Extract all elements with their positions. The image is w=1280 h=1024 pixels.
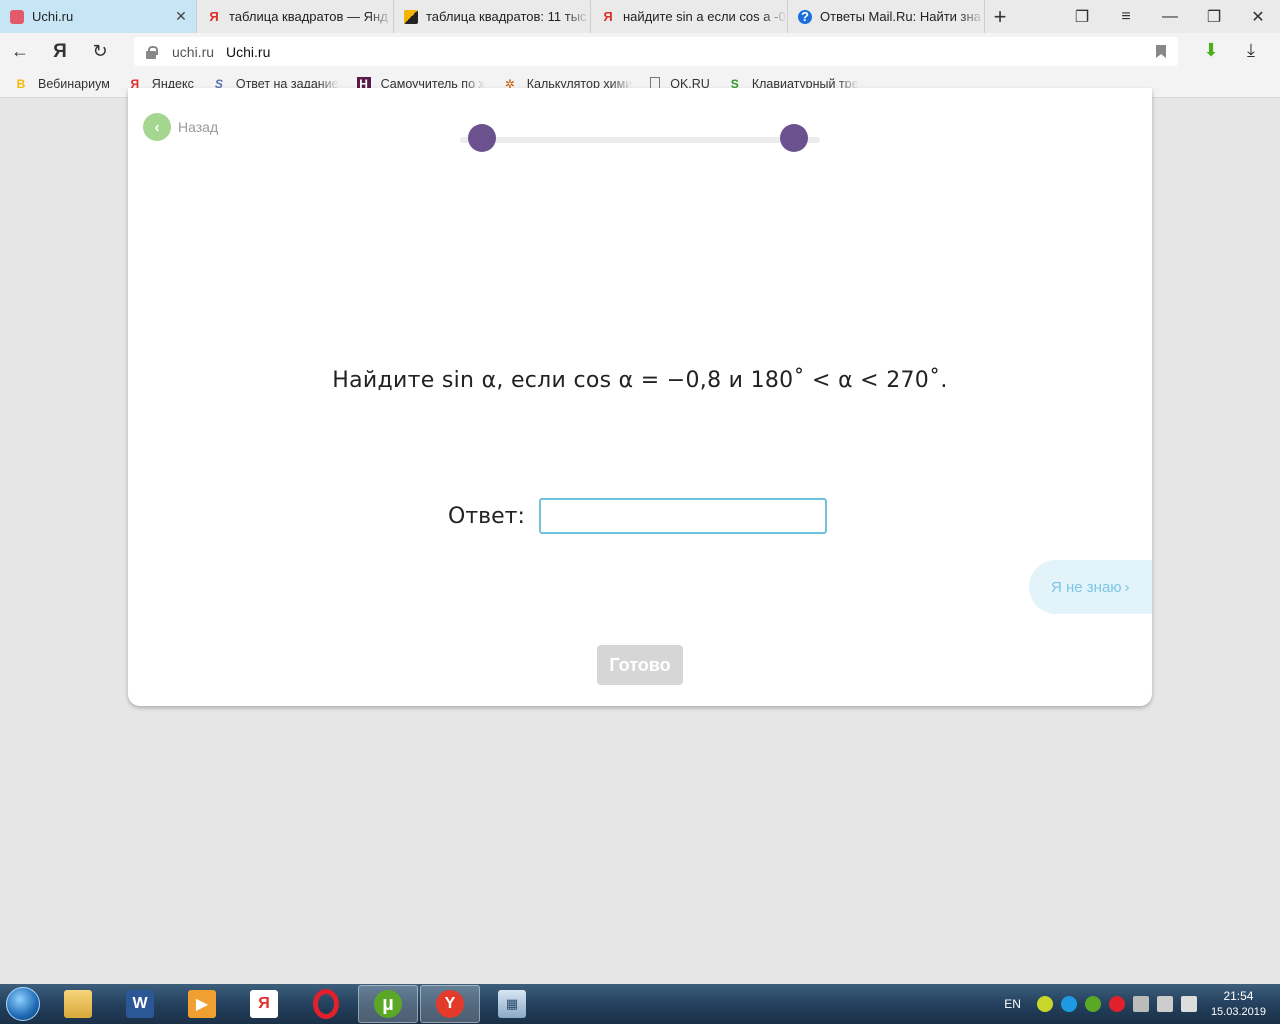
answer-label: Ответ: <box>448 503 525 529</box>
window-controls: ❐ ≡ — ❐ ✕ <box>1060 0 1280 33</box>
close-window-icon[interactable]: ✕ <box>1236 7 1280 27</box>
taskbar-opera[interactable] <box>296 985 356 1023</box>
clock[interactable]: 21:54 15.03.2019 <box>1211 988 1266 1020</box>
back-link[interactable]: ‹ Назад <box>143 113 218 141</box>
answer-row: Ответ: <box>448 498 827 534</box>
opera-tray-icon[interactable] <box>1108 996 1125 1012</box>
progress-bar <box>460 124 820 152</box>
tab-yandex-squares[interactable]: Я таблица квадратов — Янд <box>197 0 394 33</box>
browser-tab-strip: Uchi.ru ✕ Я таблица квадратов — Янд табл… <box>0 0 1280 33</box>
taskbar-yandex-browser[interactable]: Я <box>234 985 294 1023</box>
taskbar-yandex[interactable]: Y <box>420 985 480 1023</box>
minimize-icon[interactable]: — <box>1148 8 1192 26</box>
yandex-favicon-icon: Я <box>209 9 219 24</box>
clock-date: 15.03.2019 <box>1210 1006 1266 1018</box>
reload-icon[interactable]: ↻ <box>80 41 120 62</box>
yandex-favicon-icon: Я <box>603 9 613 24</box>
new-tab-button[interactable]: + <box>985 0 1015 33</box>
bookmark-icon[interactable] <box>1156 45 1166 58</box>
action-center-icon[interactable] <box>1180 996 1197 1012</box>
progress-step-dot <box>780 124 808 152</box>
taskbar-utorrent[interactable]: µ <box>358 985 418 1023</box>
tab-title: таблица квадратов — Янд <box>229 9 388 24</box>
tab-uchi[interactable]: Uchi.ru ✕ <box>0 0 197 33</box>
utorrent-icon: µ <box>374 990 402 1018</box>
page-viewport: ‹ Назад Найдите sin α, если cos α = −0,8… <box>0 88 1280 984</box>
utorrent-tray-icon[interactable] <box>1084 996 1101 1012</box>
network-icon[interactable] <box>1156 996 1173 1012</box>
tabs-panel-icon[interactable]: ❐ <box>1060 7 1104 27</box>
restore-icon[interactable]: ❐ <box>1192 7 1236 27</box>
menu-icon[interactable]: ≡ <box>1104 8 1148 26</box>
progress-step-dot <box>468 124 496 152</box>
opera-icon <box>313 989 339 1019</box>
folder-icon <box>64 990 92 1018</box>
task-card: ‹ Назад Найдите sin α, если cos α = −0,8… <box>128 88 1152 706</box>
yandex-browser-icon: Я <box>250 990 278 1018</box>
close-tab-icon[interactable]: ✕ <box>172 8 190 25</box>
tray-app-icon[interactable] <box>1060 996 1077 1012</box>
yandex-logo-icon[interactable]: Я <box>40 41 80 63</box>
dont-know-label: Я не знаю <box>1051 578 1122 596</box>
word-icon: W <box>126 990 154 1018</box>
downloads-icon[interactable]: ⤓ <box>1240 40 1262 62</box>
url-domain: uchi.ru <box>172 43 215 60</box>
back-label: Назад <box>178 119 219 135</box>
image-favicon-icon <box>404 9 418 24</box>
uchi-favicon-icon <box>10 9 24 24</box>
windows-logo-icon <box>6 987 40 1021</box>
question-text: Найдите sin α, если cos α = −0,8 и 180˚ … <box>332 368 948 393</box>
tab-title: Uchi.ru <box>32 9 74 24</box>
tab-title: Ответы Mail.Ru: Найти зна <box>820 9 981 24</box>
bookmark-webinarium[interactable]: В Вебинариум <box>14 77 110 91</box>
chevron-left-icon: ‹ <box>143 113 171 141</box>
download-extension-icon[interactable]: ⬇ <box>1200 40 1222 62</box>
back-arrow-icon[interactable]: ← <box>0 41 40 62</box>
answer-input[interactable] <box>538 498 827 534</box>
chevron-right-icon: › <box>1124 578 1130 596</box>
mail-answers-favicon-icon: ? <box>798 9 812 24</box>
url-page-title: Uchi.ru <box>226 43 271 60</box>
dont-know-button[interactable]: Я не знаю › <box>1029 560 1152 614</box>
tab-mail-answers[interactable]: ? Ответы Mail.Ru: Найти зна <box>788 0 985 33</box>
clock-time: 21:54 <box>1223 989 1254 1003</box>
address-bar: ← Я ↻ uchi.ru Uchi.ru <box>0 33 1280 70</box>
speaker-muted-icon[interactable] <box>1132 996 1149 1012</box>
system-tray: EN 21:54 15.03.2019 <box>1004 984 1280 1024</box>
taskbar-media-player[interactable]: ▶ <box>172 985 232 1023</box>
start-button[interactable] <box>0 984 46 1024</box>
tab-title: таблица квадратов: 11 тыс <box>426 9 587 24</box>
calculator-icon: ▦ <box>498 990 526 1018</box>
media-player-icon: ▶ <box>188 990 216 1018</box>
tab-yandex-sin[interactable]: Я найдите sin a если cos a -0 <box>591 0 788 33</box>
taskbar-word[interactable]: W <box>110 985 170 1023</box>
taskbar-explorer[interactable] <box>48 985 108 1023</box>
tab-images-squares[interactable]: таблица квадратов: 11 тыс <box>394 0 591 33</box>
lock-icon <box>144 45 158 59</box>
tray-app-icon[interactable] <box>1036 996 1053 1012</box>
language-indicator[interactable]: EN <box>1004 997 1021 1011</box>
windows-taskbar: W ▶ Я µ Y ▦ EN 21:54 15.03.2019 <box>0 984 1280 1024</box>
url-field[interactable]: uchi.ru Uchi.ru <box>134 37 1178 66</box>
yandex-icon: Y <box>436 990 464 1018</box>
bookmark-label: Вебинариум <box>38 76 110 91</box>
webinarium-icon: В <box>16 76 26 91</box>
taskbar-calculator[interactable]: ▦ <box>482 985 542 1023</box>
tab-title: найдите sin a если cos a -0 <box>623 9 786 24</box>
done-button[interactable]: Готово <box>597 645 683 685</box>
